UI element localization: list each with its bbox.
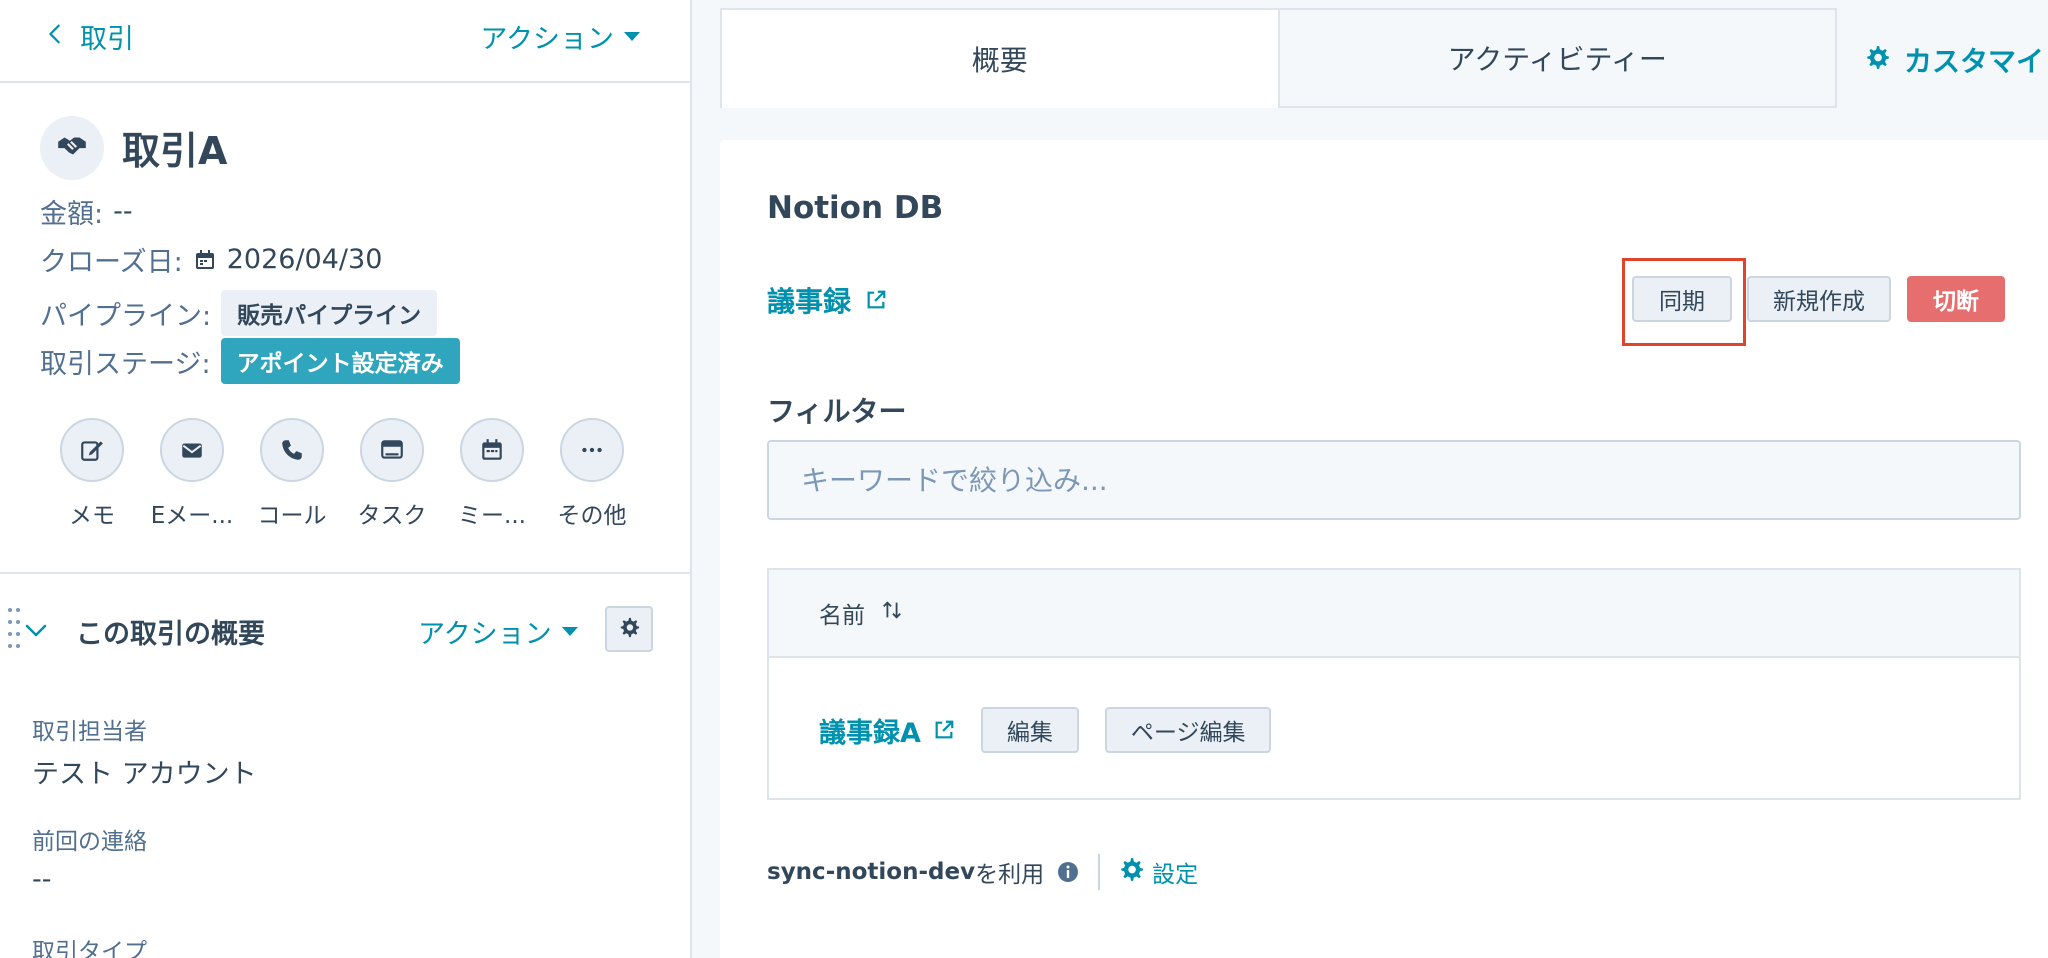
customize-label: カスタマイ (1904, 45, 2045, 78)
tab-activity[interactable]: アクティビティー (1279, 8, 1837, 108)
last-contact-field-value[interactable]: -- (32, 864, 52, 895)
row-edit-button[interactable]: 編集 (980, 707, 1079, 753)
records-table: 名前 議事録A 編集 ページ編集 (767, 568, 2021, 800)
sync-button[interactable]: 同期 (1632, 276, 1732, 322)
deal-avatar (40, 116, 104, 180)
section-actions-dropdown[interactable]: アクション (418, 612, 578, 651)
more-icon (560, 418, 624, 482)
db-link[interactable]: 議事録 (767, 280, 887, 320)
pipeline-property: パイプライン: 販売パイプライン (40, 290, 438, 336)
pipeline-tag[interactable]: 販売パイプライン (221, 290, 438, 336)
quick-action-label: コール (257, 503, 327, 529)
column-header-name[interactable]: 名前 (819, 596, 865, 630)
owner-field-value[interactable]: テスト アカウント (32, 752, 257, 791)
email-icon (160, 418, 224, 482)
owner-field-label: 取引担当者 (32, 719, 147, 745)
quick-action-note[interactable]: メモ (42, 418, 142, 530)
filter-search-input[interactable] (767, 440, 2021, 520)
close-date-label: クローズ日: (40, 247, 183, 278)
actions-label: アクション (480, 23, 614, 55)
amount-property: 金額: -- (40, 192, 133, 231)
phone-icon (260, 418, 324, 482)
info-icon[interactable] (1044, 860, 1080, 884)
filter-title: フィルター (767, 395, 907, 428)
chevron-down-icon[interactable] (24, 618, 48, 642)
quick-action-more[interactable]: その他 (542, 418, 642, 530)
back-to-deals-link[interactable]: 取引 (44, 16, 134, 56)
quick-action-label: ミー... (458, 503, 526, 529)
external-link-icon (865, 289, 887, 311)
new-button[interactable]: 新規作成 (1747, 276, 1891, 322)
quick-action-email[interactable]: Eメー... (142, 418, 242, 530)
sort-icon[interactable] (881, 599, 903, 627)
task-icon (360, 418, 424, 482)
sidebar-topbar: 取引 アクション (0, 0, 690, 83)
quick-action-task[interactable]: タスク (342, 418, 442, 530)
card-footer: sync-notion-dev を利用 設定 (767, 854, 1198, 890)
table-row: 議事録A 編集 ページ編集 (769, 660, 2019, 800)
stage-label: 取引ステージ: (40, 348, 211, 380)
stage-property: 取引ステージ: アポイント設定済み (40, 338, 460, 384)
quick-action-label: タスク (357, 503, 427, 529)
record-actions-dropdown[interactable]: アクション (480, 16, 640, 56)
db-link-label: 議事録 (767, 285, 852, 318)
section-settings-button[interactable] (605, 606, 653, 652)
row-page-edit-button[interactable]: ページ編集 (1104, 707, 1272, 753)
footer-divider (1098, 854, 1101, 890)
quick-action-call[interactable]: コール (242, 418, 342, 530)
quick-action-meeting[interactable]: ミー... (442, 418, 542, 530)
customize-button[interactable]: カスタマイ (1864, 40, 2044, 80)
footer-suffix: を利用 (975, 862, 1045, 888)
last-contact-field-label: 前回の連絡 (32, 829, 147, 855)
caret-down-icon (624, 31, 640, 41)
section-title[interactable]: この取引の概要 (76, 612, 265, 651)
calendar-icon (193, 248, 217, 272)
row-name-label: 議事録A (819, 717, 921, 749)
deal-name: 取引A (122, 129, 228, 173)
quick-action-label: Eメー... (150, 503, 234, 529)
settings-label: 設定 (1152, 862, 1199, 888)
footer-app-name: sync-notion-dev (767, 859, 976, 885)
note-edit-icon (60, 418, 124, 482)
quick-action-label: メモ (69, 503, 115, 529)
tab-overview[interactable]: 概要 (720, 8, 1280, 108)
gear-icon (618, 616, 640, 642)
notion-db-card (720, 140, 2048, 958)
section-actions-label: アクション (418, 619, 552, 650)
caret-down-icon (561, 627, 578, 636)
card-title: Notion DB (767, 190, 944, 226)
quick-action-label: その他 (557, 503, 627, 529)
calendar-icon (460, 418, 524, 482)
amount-value: -- (113, 196, 133, 227)
chevron-left-icon (44, 21, 66, 52)
handshake-icon (55, 129, 89, 167)
gear-icon (1864, 44, 1890, 77)
close-date-value[interactable]: 2026/04/30 (227, 244, 383, 275)
deal-type-field-label: 取引タイプ (32, 939, 147, 958)
amount-label: 金額: (40, 199, 104, 230)
external-link-icon (933, 719, 955, 741)
pipeline-label: パイプライン: (40, 300, 212, 332)
settings-link[interactable]: 設定 (1118, 855, 1198, 889)
record-tabs: 概要 アクティビティー (720, 8, 1837, 108)
record-sidebar: 取引 アクション 取引A 金額: -- クローズ日: 2026/04/30 パイ… (0, 0, 692, 958)
disconnect-button[interactable]: 切断 (1907, 276, 2005, 322)
close-date-property: クローズ日: 2026/04/30 (40, 240, 382, 279)
stage-tag[interactable]: アポイント設定済み (220, 338, 460, 384)
section-divider (0, 572, 690, 574)
drag-handle-icon[interactable] (8, 608, 20, 652)
gear-icon (1118, 856, 1144, 888)
row-name-link[interactable]: 議事録A (819, 711, 955, 750)
table-header: 名前 (769, 570, 2019, 658)
back-link-label: 取引 (80, 23, 134, 55)
